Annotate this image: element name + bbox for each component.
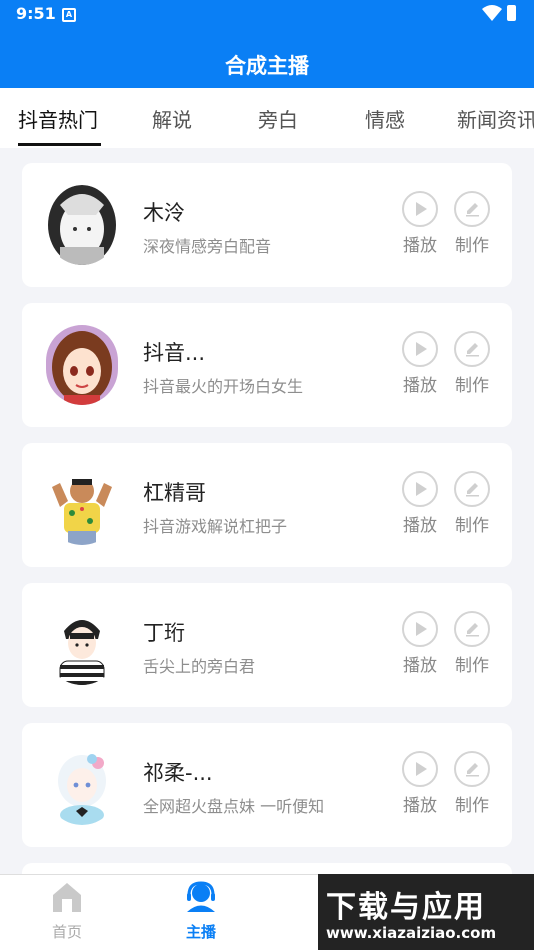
play-icon (402, 751, 438, 787)
play-label: 播放 (403, 516, 437, 536)
edit-icon (454, 611, 490, 647)
play-icon (402, 611, 438, 647)
active-tab-indicator (18, 143, 101, 146)
play-label: 播放 (403, 796, 437, 816)
avatar (46, 325, 118, 405)
watermark: 下载与应用 www.xiazaiziao.com (318, 874, 534, 950)
make-button[interactable]: 制作 (450, 611, 494, 676)
tab-emotion[interactable]: 情感 (365, 104, 405, 133)
edit-icon (454, 471, 490, 507)
play-button[interactable]: 播放 (398, 191, 442, 256)
nav-home[interactable]: 首页 (22, 881, 112, 942)
edit-icon (454, 191, 490, 227)
anchor-name: 祁柔-... (143, 761, 213, 785)
make-button[interactable]: 制作 (450, 471, 494, 536)
make-label: 制作 (455, 236, 489, 256)
anchor-name: 杠精哥 (143, 481, 206, 505)
play-icon (402, 191, 438, 227)
anchor-card[interactable]: 抖音... 抖音最火的开场白女生 播放 制作 (22, 303, 512, 427)
play-button[interactable]: 播放 (398, 331, 442, 396)
anchor-card[interactable]: 祁柔-... 全网超火盘点妹 一听便知 播放 制作 (22, 723, 512, 847)
play-label: 播放 (403, 236, 437, 256)
anchor-desc: 舌尖上的旁白君 (143, 657, 256, 676)
app-header: 9:51 A 合成主播 (0, 0, 534, 88)
anchor-card[interactable]: 木泠 深夜情感旁白配音 播放 制作 (22, 163, 512, 287)
tab-narration[interactable]: 旁白 (258, 104, 298, 133)
edit-icon (454, 751, 490, 787)
avatar (46, 185, 118, 265)
edit-icon (454, 331, 490, 367)
play-button[interactable]: 播放 (398, 751, 442, 816)
make-button[interactable]: 制作 (450, 751, 494, 816)
anchor-name: 丁珩 (143, 621, 185, 645)
make-label: 制作 (455, 796, 489, 816)
make-button[interactable]: 制作 (450, 191, 494, 256)
anchor-desc: 深夜情感旁白配音 (143, 237, 272, 256)
status-bar: 9:51 A (0, 0, 534, 28)
watermark-url: www.xiazaiziao.com (326, 924, 497, 942)
nav-anchor[interactable]: 主播 (156, 881, 246, 942)
tab-commentary[interactable]: 解说 (152, 104, 192, 133)
play-button[interactable]: 播放 (398, 611, 442, 676)
play-label: 播放 (403, 656, 437, 676)
avatar (46, 465, 118, 545)
wifi-icon (482, 5, 502, 21)
battery-icon (507, 5, 516, 21)
make-label: 制作 (455, 656, 489, 676)
notification-icon: A (62, 8, 76, 22)
play-button[interactable]: 播放 (398, 471, 442, 536)
avatar (46, 745, 118, 825)
play-icon (402, 471, 438, 507)
anchor-card[interactable] (22, 863, 512, 874)
anchor-desc: 全网超火盘点妹 一听便知 (143, 797, 325, 816)
make-label: 制作 (455, 516, 489, 536)
anchor-desc: 抖音最火的开场白女生 (143, 377, 304, 396)
anchor-card[interactable]: 杠精哥 抖音游戏解说杠把子 播放 制作 (22, 443, 512, 567)
anchor-name: 抖音... (143, 341, 206, 365)
anchor-list: 木泠 深夜情感旁白配音 播放 制作 抖音... 抖音最火的开场白女生 播放 制作… (0, 148, 534, 874)
category-tabs: 抖音热门 解说 旁白 情感 新闻资讯 (0, 88, 534, 148)
tab-douyin-hot[interactable]: 抖音热门 (18, 104, 98, 133)
page-title: 合成主播 (225, 54, 309, 78)
anchor-card[interactable]: 丁珩 舌尖上的旁白君 播放 制作 (22, 583, 512, 707)
play-label: 播放 (403, 376, 437, 396)
watermark-title: 下载与应用 (326, 890, 486, 925)
tab-news[interactable]: 新闻资讯 (457, 104, 534, 133)
anchor-name: 木泠 (143, 201, 185, 225)
nav-anchor-label: 主播 (185, 923, 216, 941)
home-icon (53, 883, 81, 912)
headset-user-icon (187, 881, 215, 912)
status-time: 9:51 (16, 4, 56, 23)
make-label: 制作 (455, 376, 489, 396)
play-icon (402, 331, 438, 367)
avatar (46, 605, 118, 685)
nav-home-label: 首页 (51, 923, 82, 941)
make-button[interactable]: 制作 (450, 331, 494, 396)
anchor-desc: 抖音游戏解说杠把子 (143, 517, 288, 536)
